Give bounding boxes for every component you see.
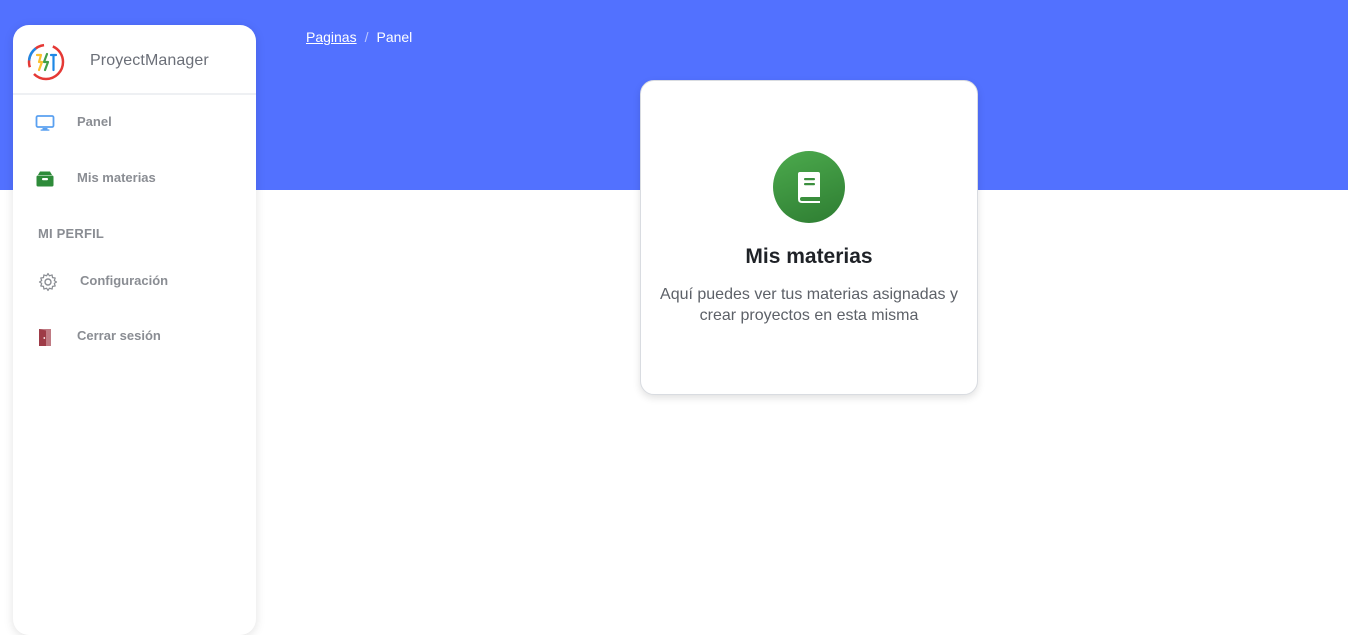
- breadcrumb-root-link[interactable]: Paginas: [306, 29, 357, 45]
- sidebar-item-label: Configuración: [80, 273, 169, 288]
- breadcrumb: Paginas / Panel: [306, 29, 412, 45]
- door-icon: [39, 329, 51, 346]
- card-icon-badge: [773, 151, 845, 223]
- monitor-icon: [35, 115, 55, 131]
- card-description: Aquí puedes ver tus materias asignadas y…: [660, 286, 958, 324]
- book-icon: [798, 172, 820, 203]
- gear-icon: [38, 272, 58, 292]
- mis-materias-card[interactable]: Mis materias Aquí puedes ver tus materia…: [640, 80, 978, 395]
- brand-logo: [27, 43, 65, 81]
- sidebar-item-configuracion[interactable]: Configuración: [13, 264, 256, 300]
- breadcrumb-current: Panel: [376, 29, 413, 45]
- breadcrumb-separator: /: [364, 29, 369, 45]
- sidebar-item-panel[interactable]: Panel: [13, 105, 256, 141]
- sidebar-item-mis-materias[interactable]: Mis materias: [13, 161, 256, 197]
- sidebar-item-label: Panel: [77, 114, 112, 129]
- card-title: Mis materias: [745, 245, 873, 268]
- section-label-mi-perfil: MI PERFIL: [38, 226, 105, 241]
- brand[interactable]: ProyectManager: [13, 25, 256, 95]
- sidebar-item-cerrar-sesion[interactable]: Cerrar sesión: [13, 319, 256, 355]
- sidebar: ProyectManager Panel Mis materias MI PER…: [13, 25, 256, 635]
- sidebar-item-label: Mis materias: [77, 170, 156, 185]
- sidebar-item-label: Cerrar sesión: [77, 328, 161, 343]
- brand-name: ProyectManager: [90, 52, 209, 69]
- inbox-tray-icon: [36, 171, 54, 187]
